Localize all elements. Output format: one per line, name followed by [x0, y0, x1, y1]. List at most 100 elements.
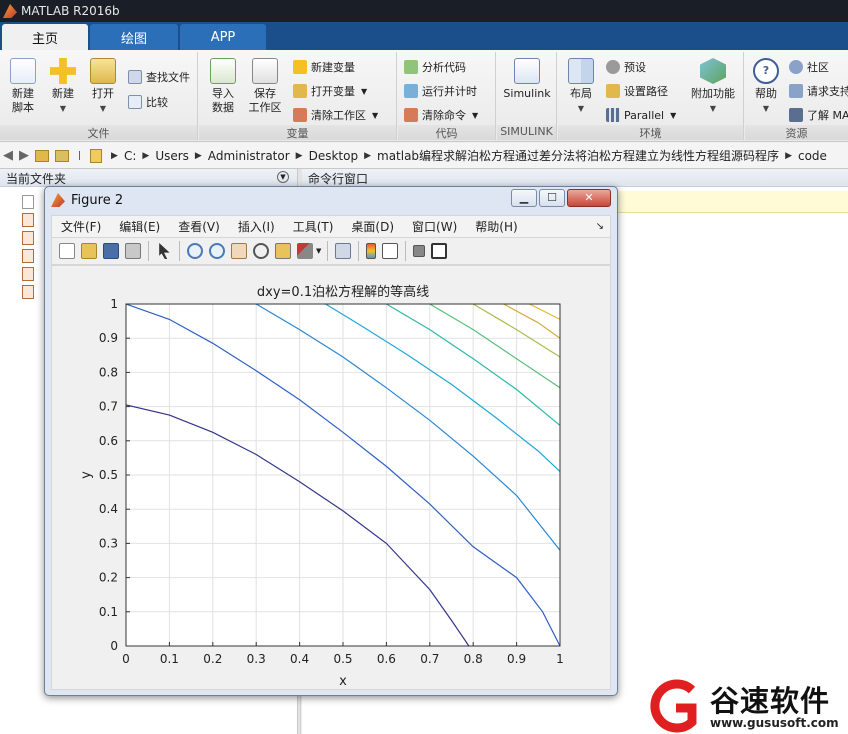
preferences-button[interactable]: 预设: [606, 58, 646, 76]
maximize-button[interactable]: ☐: [539, 189, 565, 207]
file-icon[interactable]: [22, 195, 34, 209]
tab-home[interactable]: 主页: [2, 24, 88, 50]
new-figure-icon[interactable]: [59, 243, 75, 259]
help-button[interactable]: ? 帮助 ▼: [745, 56, 787, 116]
legend-icon[interactable]: [382, 243, 399, 259]
matlab-file-icon[interactable]: [22, 231, 34, 245]
watermark-name: 谷速软件: [710, 684, 831, 718]
menu-tools[interactable]: 工具(T): [293, 218, 334, 235]
simulink-icon: [514, 58, 540, 84]
toolbar-separator: [327, 241, 329, 261]
y-tick-label: 0.1: [99, 605, 118, 619]
matlab-file-icon[interactable]: [22, 213, 34, 227]
parallel-button[interactable]: Parallel ▼: [606, 106, 676, 124]
community-button[interactable]: 社区: [789, 58, 829, 76]
chart-title: dxy=0.1泊松方程解的等高线: [257, 284, 429, 300]
back-arrow-icon[interactable]: ◀: [3, 148, 13, 163]
panel-menu-icon[interactable]: ▼: [277, 171, 289, 183]
show-plot-tools-icon[interactable]: [431, 243, 448, 259]
open-file-icon[interactable]: [81, 243, 97, 259]
pan-icon[interactable]: [231, 243, 247, 259]
chevron-down-icon[interactable]: ▼: [316, 247, 321, 255]
dock-arrow-icon[interactable]: ↘: [596, 221, 604, 232]
menu-window[interactable]: 窗口(W): [412, 218, 457, 235]
path-segment[interactable]: Users: [155, 149, 189, 163]
analyze-code-button[interactable]: 分析代码: [404, 58, 466, 76]
path-segment[interactable]: matlab编程求解泊松方程通过差分法将泊松方程建立为线性方程组源码程序: [377, 147, 779, 164]
folder-icon: [90, 58, 116, 84]
x-tick-label: 0.6: [377, 652, 396, 666]
path-segment[interactable]: Desktop: [309, 149, 359, 163]
close-button[interactable]: ✕: [567, 189, 611, 207]
menu-help[interactable]: 帮助(H): [475, 218, 517, 235]
minimize-button[interactable]: ▁: [511, 189, 537, 207]
up-folder-icon[interactable]: [35, 149, 49, 162]
forward-arrow-icon[interactable]: ▶: [19, 148, 29, 163]
import-data-button[interactable]: 导入 数据: [202, 56, 244, 115]
open-label: 打开: [92, 87, 114, 100]
open-button[interactable]: 打开 ▼: [82, 56, 124, 116]
layout-button[interactable]: 布局 ▼: [560, 56, 602, 116]
y-tick-label: 0.3: [99, 536, 118, 550]
matlab-file-icon[interactable]: [22, 267, 34, 281]
figure-title: Figure 2: [71, 192, 124, 208]
save-workspace-button[interactable]: 保存 工作区: [244, 56, 286, 115]
group-code-title: 代码: [398, 125, 495, 140]
menu-edit[interactable]: 编辑(E): [119, 218, 160, 235]
group-code: 分析代码 运行并计时 清除命令 ▼ 代码: [398, 52, 496, 140]
data-cursor-icon[interactable]: [275, 243, 291, 259]
path-segment[interactable]: Administrator: [208, 149, 290, 163]
request-support-button[interactable]: 请求支持: [789, 82, 848, 100]
group-simulink: Simulink SIMULINK: [497, 52, 557, 140]
simulink-label: Simulink: [503, 87, 551, 100]
broom-icon: [293, 108, 307, 122]
matlab-file-icon[interactable]: [22, 249, 34, 263]
path-segment[interactable]: code: [798, 149, 827, 163]
rotate-icon[interactable]: [253, 243, 269, 259]
app-title: MATLAB R2016b: [21, 4, 120, 18]
menu-desktop[interactable]: 桌面(D): [351, 218, 394, 235]
learn-matlab-button[interactable]: 了解 MA: [789, 106, 848, 124]
brush-icon[interactable]: [297, 243, 313, 259]
path-separator: ▶: [785, 150, 792, 161]
y-tick-label: 0.2: [99, 571, 118, 585]
run-and-time-button[interactable]: 运行并计时: [404, 82, 477, 100]
clear-commands-button[interactable]: 清除命令 ▼: [404, 106, 478, 124]
menu-file[interactable]: 文件(F): [61, 218, 101, 235]
new-button[interactable]: 新建 ▼: [42, 56, 84, 116]
y-tick-label: 0.8: [99, 365, 118, 379]
group-environment-title: 环境: [558, 125, 743, 140]
add-ons-button[interactable]: 附加功能 ▼: [688, 56, 738, 116]
link-plot-icon[interactable]: [335, 243, 352, 259]
menu-view[interactable]: 查看(V): [178, 218, 220, 235]
new-variable-button[interactable]: 新建变量: [293, 58, 355, 76]
tab-plots[interactable]: 绘图: [90, 24, 178, 50]
find-files-button[interactable]: 查找文件: [128, 68, 190, 86]
group-variable-title: 变量: [199, 125, 396, 140]
open-variable-label: 打开变量: [311, 85, 355, 98]
hide-plot-tools-icon[interactable]: [413, 245, 426, 257]
browse-folder-icon[interactable]: [55, 149, 69, 162]
print-icon[interactable]: [125, 243, 141, 259]
zoom-in-icon[interactable]: [187, 243, 203, 259]
learn-icon: [789, 108, 803, 122]
run-time-label: 运行并计时: [422, 85, 477, 98]
colorbar-icon[interactable]: [366, 243, 377, 259]
save-icon[interactable]: [103, 243, 119, 259]
add-ons-icon: [700, 58, 726, 84]
pointer-icon[interactable]: [159, 243, 170, 259]
new-variable-label: 新建变量: [311, 61, 355, 74]
path-segment[interactable]: C:: [124, 149, 136, 163]
save-workspace-icon: [252, 58, 278, 84]
tab-apps[interactable]: APP: [180, 24, 266, 50]
compare-button[interactable]: 比较: [128, 93, 168, 111]
clear-workspace-button[interactable]: 清除工作区 ▼: [293, 106, 378, 124]
matlab-file-icon[interactable]: [22, 285, 34, 299]
open-variable-button[interactable]: 打开变量 ▼: [293, 82, 367, 100]
chevron-down-icon: ▼: [59, 104, 67, 113]
zoom-out-icon[interactable]: [209, 243, 225, 259]
menu-insert[interactable]: 插入(I): [238, 218, 275, 235]
set-path-button[interactable]: 设置路径: [606, 82, 668, 100]
simulink-button[interactable]: Simulink: [499, 56, 555, 101]
new-script-button[interactable]: 新建 脚本: [2, 56, 44, 115]
